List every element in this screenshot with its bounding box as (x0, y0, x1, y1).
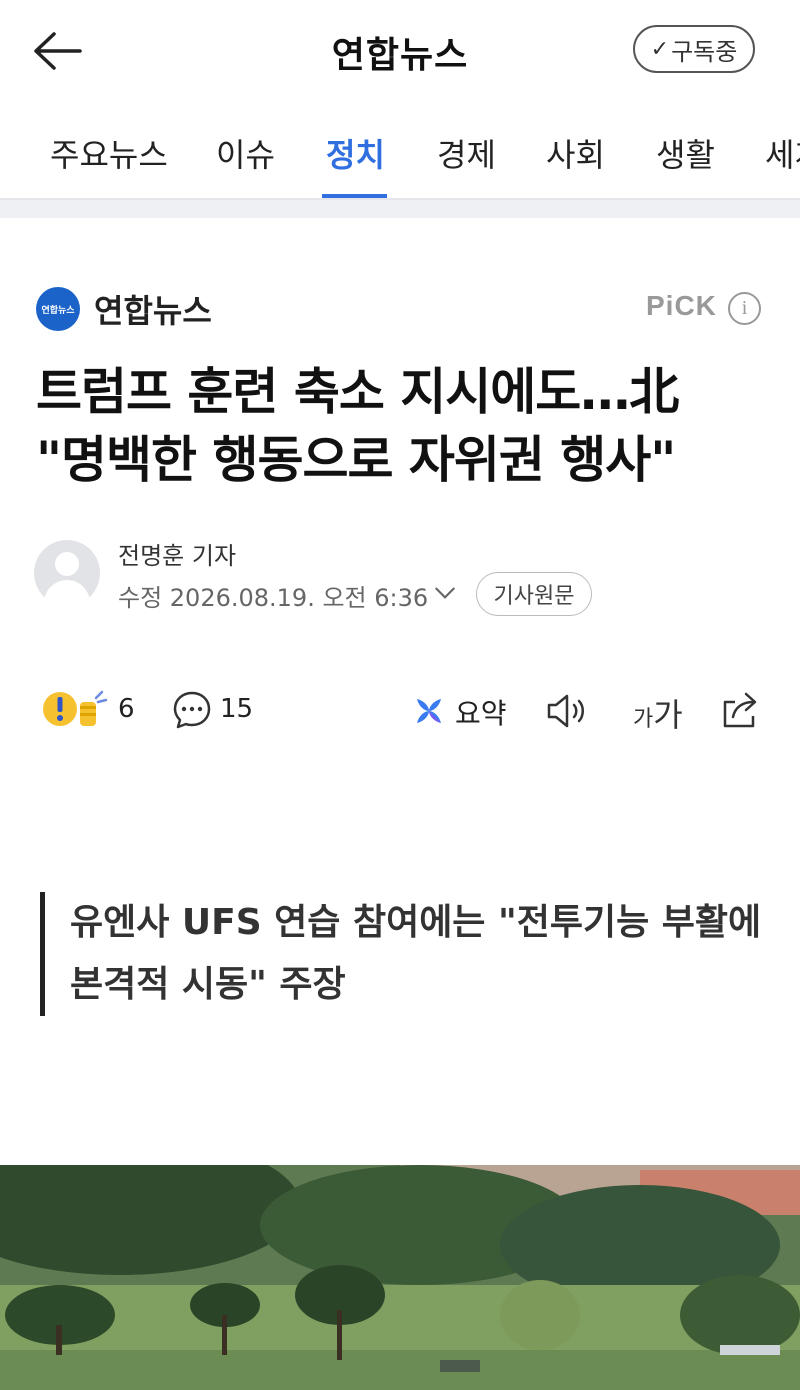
tab-society[interactable]: 사회 (546, 130, 605, 176)
subheading-line-1: 유엔사 UFS 연습 참여에는 "전투기능 부활에 (70, 902, 762, 943)
headline-line-2: "명백한 행동으로 자위권 행사" (36, 431, 676, 489)
reporter-avatar[interactable] (34, 540, 100, 606)
article-subheading: 유엔사 UFS 연습 참여에는 "전투기능 부활에 본격적 시동" 주장 (70, 892, 770, 1016)
info-icon[interactable]: i (728, 292, 761, 325)
reaction-icon[interactable] (40, 688, 110, 730)
active-tab-indicator (322, 194, 387, 198)
original-article-button[interactable]: 기사원문 (476, 572, 592, 616)
tab-issue[interactable]: 이슈 (216, 130, 275, 176)
article-headline: 트럼프 훈련 축소 지시에도…北 "명백한 행동으로 자위권 행사" (36, 358, 776, 494)
font-size-small-label: 가 (633, 707, 654, 732)
pick-badge: PiCK (646, 290, 717, 321)
reaction-count: 6 (118, 694, 135, 724)
tab-main-news[interactable]: 주요뉴스 (50, 130, 168, 176)
subscribe-button[interactable]: ✓ 구독중 (633, 25, 755, 73)
summary-icon[interactable] (413, 695, 445, 727)
headline-line-1: 트럼프 훈련 축소 지시에도…北 (36, 363, 679, 421)
font-size-button[interactable]: 가가 (633, 690, 683, 736)
speaker-icon[interactable] (545, 692, 589, 730)
avatar-body-shape (44, 580, 90, 606)
font-size-large-label: 가 (653, 696, 683, 734)
summary-label[interactable]: 요약 (455, 692, 507, 732)
publisher-name[interactable]: 연합뉴스 (94, 286, 212, 332)
comment-icon[interactable] (172, 690, 212, 730)
check-icon: ✓ (650, 36, 670, 62)
edit-timestamp: 수정 2026.08.19. 오전 6:36 (118, 584, 429, 612)
tab-politics[interactable]: 정치 (326, 130, 385, 176)
chevron-down-icon[interactable] (432, 580, 458, 606)
tab-life[interactable]: 생활 (656, 130, 715, 176)
tab-world[interactable]: 세계 (765, 130, 800, 176)
article-photo[interactable] (0, 1165, 800, 1390)
share-icon[interactable] (719, 690, 761, 730)
category-tabs: 주요뉴스 이슈 정치 경제 사회 생활 세계 (0, 104, 800, 200)
tab-economy[interactable]: 경제 (437, 130, 496, 176)
subheading-bar (40, 892, 45, 1016)
reporter-name[interactable]: 전명훈 기자 (118, 536, 236, 571)
subheading-line-2: 본격적 시동" 주장 (70, 964, 346, 1005)
comment-count: 15 (220, 694, 254, 724)
publisher-logo[interactable]: 연합뉴스 (36, 287, 80, 331)
top-header: 연합뉴스 ✓ 구독중 (0, 0, 800, 104)
subscribe-label: 구독중 (671, 37, 738, 66)
section-divider (0, 200, 800, 218)
avatar-head-shape (55, 552, 79, 576)
